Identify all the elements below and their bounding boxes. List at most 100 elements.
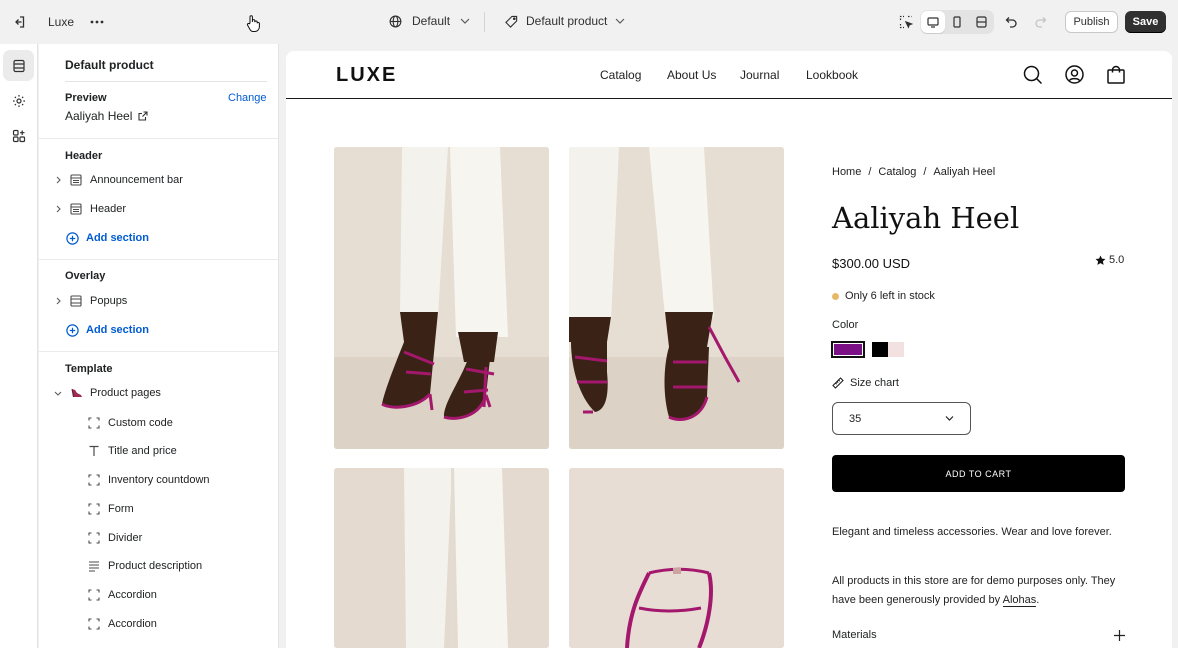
nav-link-about-us[interactable]: About Us <box>667 68 716 82</box>
template-group-heading: Template <box>65 363 113 375</box>
add-section-button[interactable]: Add section <box>66 228 149 248</box>
preview-heading: Preview <box>65 92 107 104</box>
block-dashed-icon <box>88 589 100 601</box>
more-icon[interactable] <box>83 8 111 36</box>
block-dashed-icon <box>88 532 100 544</box>
nav-link-catalog[interactable]: Catalog <box>600 68 641 82</box>
viewport-switcher <box>920 10 994 34</box>
product-image[interactable] <box>334 468 549 648</box>
divider <box>65 81 267 82</box>
chevron-right-icon[interactable] <box>53 205 63 213</box>
left-rail <box>0 44 38 648</box>
inventory-status: Only 6 left in stock <box>832 290 935 302</box>
overlay-group-heading: Overlay <box>65 270 106 282</box>
divider <box>39 351 278 352</box>
block-row-product-description[interactable]: Product description <box>88 555 202 577</box>
stock-text: Only 6 left in stock <box>845 290 935 302</box>
product-description-1: Elegant and timeless accessories. Wear a… <box>832 526 1112 538</box>
template-selector[interactable]: Default product <box>505 14 625 28</box>
section-row-popups[interactable]: Popups <box>39 287 278 315</box>
color-swatch-black[interactable] <box>872 342 888 357</box>
star-icon <box>1095 255 1106 265</box>
section-label: Product pages <box>90 387 161 399</box>
product-image[interactable] <box>569 147 784 449</box>
size-value: 35 <box>849 412 862 425</box>
breadcrumb-separator: / <box>868 166 872 178</box>
settings-gear-icon[interactable] <box>3 85 34 116</box>
block-row-accordion[interactable]: Accordion <box>88 584 157 606</box>
block-dashed-icon <box>88 417 100 429</box>
color-swatch-pink[interactable] <box>888 342 904 357</box>
swatch-fill <box>834 344 862 355</box>
breadcrumb: Home / Catalog / Aaliyah Heel <box>832 166 995 178</box>
template-label: Default product <box>526 14 608 28</box>
divider <box>39 138 278 139</box>
editor-sidebar: Default product Preview Change Aaliyah H… <box>39 44 279 648</box>
store-name[interactable]: Luxe <box>48 15 74 29</box>
account-icon[interactable] <box>1065 65 1084 84</box>
block-dashed-icon <box>88 474 100 486</box>
publish-button[interactable]: Publish <box>1065 11 1118 33</box>
add-section-button[interactable]: Add section <box>66 320 149 340</box>
size-chart-link[interactable]: Size chart <box>832 377 899 389</box>
plus-icon <box>1114 629 1125 641</box>
block-row-custom-code[interactable]: Custom code <box>88 412 173 434</box>
theme-selector[interactable]: Default <box>389 14 470 28</box>
sections-icon[interactable] <box>3 50 34 81</box>
exit-icon[interactable] <box>5 8 33 36</box>
search-icon[interactable] <box>1023 65 1043 85</box>
product-image[interactable] <box>569 468 784 648</box>
plus-circle-icon <box>66 231 79 245</box>
color-swatch-purple[interactable] <box>831 341 865 358</box>
fullscreen-view-icon[interactable] <box>969 11 993 33</box>
block-row-accordion[interactable]: Accordion <box>88 613 157 635</box>
breadcrumb-separator: / <box>923 166 927 178</box>
divider <box>39 259 278 260</box>
product-title: Aaliyah Heel <box>832 201 1020 235</box>
preview-product-name: Aaliyah Heel <box>65 109 133 123</box>
sidebar-title: Default product <box>65 58 154 72</box>
save-button[interactable]: Save <box>1125 11 1166 33</box>
accordion-materials[interactable]: Materials <box>832 629 1125 641</box>
chevron-down-icon[interactable] <box>53 391 63 396</box>
header-group-heading: Header <box>65 150 103 162</box>
block-row-inventory-countdown[interactable]: Inventory countdown <box>88 469 210 491</box>
nav-link-journal[interactable]: Journal <box>740 68 779 82</box>
block-label: Accordion <box>108 589 157 601</box>
section-row-announcement-bar[interactable]: Announcement bar <box>39 166 278 194</box>
size-select[interactable]: 35 <box>832 402 971 435</box>
size-chart-label: Size chart <box>850 377 899 389</box>
block-row-form[interactable]: Form <box>88 498 134 520</box>
section-row-header[interactable]: Header <box>39 195 278 223</box>
section-row-product-pages[interactable]: Product pages <box>39 379 278 407</box>
block-row-title-and-price[interactable]: Title and price <box>88 440 177 462</box>
chevron-down-icon <box>615 18 625 24</box>
section-label: Header <box>90 203 127 215</box>
chevron-right-icon[interactable] <box>53 176 63 184</box>
editor-topbar: Luxe Default Default product Publish Sav… <box>0 0 1178 44</box>
chevron-right-icon[interactable] <box>53 297 63 305</box>
breadcrumb-home[interactable]: Home <box>832 166 861 178</box>
block-label: Custom code <box>108 417 173 429</box>
storefront-preview[interactable]: LUXE Catalog About Us Journal Lookbook H… <box>286 51 1172 648</box>
store-logo[interactable]: LUXE <box>336 64 397 87</box>
change-preview-link[interactable]: Change <box>228 92 267 104</box>
mobile-view-icon[interactable] <box>945 11 969 33</box>
product-price: $300.00 USD <box>832 256 911 271</box>
undo-icon[interactable] <box>997 8 1025 36</box>
alohas-link[interactable]: Alohas <box>1002 594 1037 607</box>
nav-link-lookbook[interactable]: Lookbook <box>806 68 858 82</box>
cart-bag-icon[interactable] <box>1107 65 1125 84</box>
breadcrumb-catalog[interactable]: Catalog <box>878 166 916 178</box>
preview-product-link[interactable]: Aaliyah Heel <box>65 109 148 123</box>
redo-icon[interactable] <box>1026 8 1054 36</box>
desktop-view-icon[interactable] <box>921 11 945 33</box>
add-to-cart-button[interactable]: ADD TO CART <box>832 455 1125 492</box>
color-label: Color <box>832 319 859 331</box>
text-lines-icon <box>89 561 99 572</box>
product-image[interactable] <box>334 147 549 449</box>
block-row-divider[interactable]: Divider <box>88 527 142 549</box>
inspector-icon[interactable] <box>892 8 920 36</box>
product-description-2: All products in this store are for demo … <box>832 572 1132 610</box>
apps-icon[interactable] <box>3 120 34 151</box>
